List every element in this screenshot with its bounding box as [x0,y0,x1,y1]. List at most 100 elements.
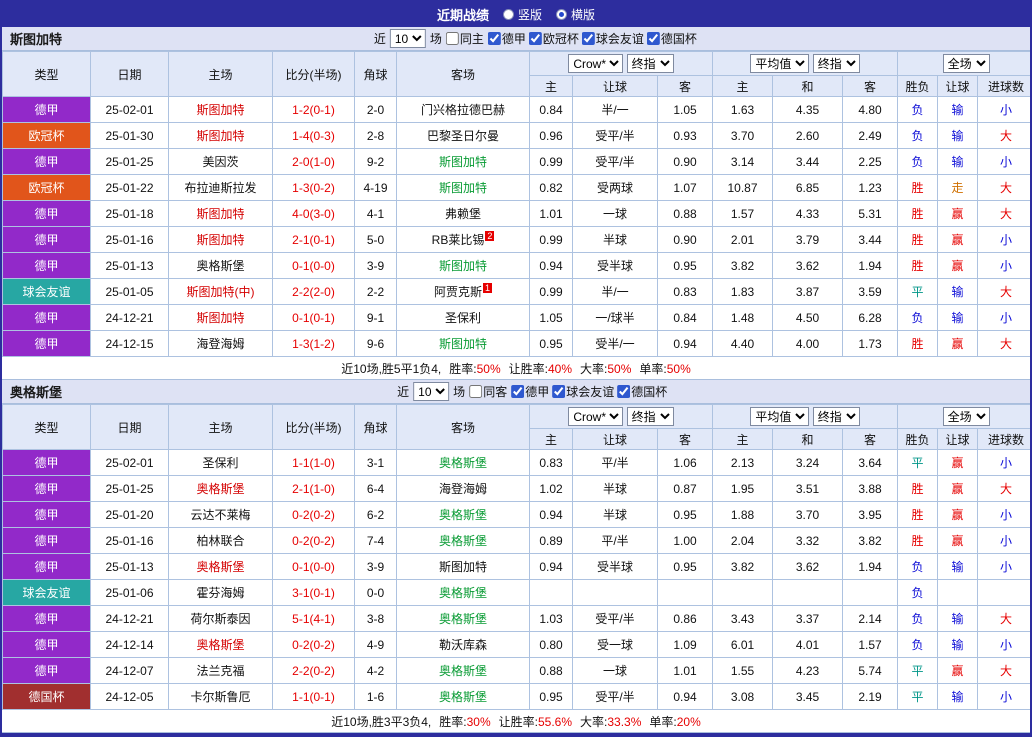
match-row: 球会友谊 25-01-06 霍芬海姆 3-1(0-1) 0-0 奥格斯堡 负 [2,579,1030,606]
avg-draw-cell: 4.35 [772,96,844,123]
away-team-cell: 勒沃库森 [396,631,530,658]
league-filter[interactable]: 球会友谊 [581,30,644,47]
league-filter[interactable]: 欧冠杯 [528,30,579,47]
league-filter[interactable]: 德甲 [511,383,549,400]
league-filter[interactable]: 德甲 [487,30,526,47]
odds-handicap-cell: 受平/半 [572,683,658,710]
same-venue-checkbox[interactable] [469,385,483,398]
date-cell: 24-12-21 [90,304,169,331]
recent-label: 近 [373,32,386,46]
col-date: 日期 [90,404,169,450]
odds-away-cell: 0.93 [656,122,714,149]
summary-stat: 让胜率:55.6% [499,713,572,730]
same-venue-filter[interactable]: 同客 [469,383,507,400]
league-filter[interactable]: 球会友谊 [552,383,614,400]
league-checkbox[interactable] [552,385,566,398]
type-cell: 球会友谊 [2,579,91,606]
avg-draw-cell: 2.60 [772,122,844,149]
avg-select[interactable]: 平均值 [750,54,810,73]
col-goals: 进球数 [977,428,1030,450]
odds-home-cell: 0.82 [529,174,573,201]
odds-handicap-cell [572,579,658,606]
match-row: 德甲 24-12-07 法兰克福 2-2(0-2) 4-2 奥格斯堡 0.88 一球 1.01 1… [2,657,1030,684]
horizontal-radio[interactable] [556,9,567,20]
league-checkbox[interactable] [487,32,501,45]
avg-draw-cell: 3.44 [772,148,844,175]
avg-stage-select[interactable]: 终指 [812,54,860,73]
same-venue-checkbox[interactable] [445,32,459,45]
col-corner: 角球 [354,51,397,97]
red-card-badge: 2 [485,231,495,241]
recent-count-select[interactable]: 10 [389,29,426,48]
league-filter[interactable]: 德国杯 [646,30,697,47]
avg-select[interactable]: 平均值 [750,407,810,426]
avg-draw-cell: 6.85 [772,174,844,201]
goals-result-cell: 大 [977,605,1030,632]
goals-result-cell: 小 [977,683,1030,710]
results-table: 类型 日期 主场 比分(半场) 角球 客场 Crow* 终指 平均值 终指 全场… [2,404,1030,710]
league-checkbox[interactable] [646,32,660,45]
league-checkbox[interactable] [511,385,525,398]
date-cell: 25-01-30 [90,122,169,149]
match-row: 德甲 25-01-18 斯图加特 4-0(3-0) 4-1 弗赖堡 1.01 一球 0.88 1.… [2,200,1030,227]
avg-away-cell: 6.28 [842,304,899,331]
avg-away-cell: 3.64 [842,449,899,476]
league-filter[interactable]: 德国杯 [617,383,667,400]
summary-stat-value: 50% [476,361,501,376]
scope-select[interactable]: 全场 [942,407,990,426]
match-result-cell: 负 [897,304,939,331]
handicap-result-cell: 赢 [937,501,979,528]
match-row: 德甲 25-01-25 美因茨 2-0(1-0) 9-2 斯图加特 0.99 受平/半 0.90… [2,148,1030,175]
col-corner: 角球 [354,404,397,450]
summary-record: 近10场,胜3平3负4, [331,714,432,729]
corner-cell: 2-0 [354,96,397,123]
avg-draw-cell [772,579,844,606]
odds-stage-select[interactable]: 终指 [626,54,674,73]
date-cell: 25-01-25 [90,475,169,502]
avg-stage-select[interactable]: 终指 [812,407,860,426]
odds-handicap-cell: 半/一 [572,96,658,123]
league-checkbox[interactable] [528,32,542,45]
goals-result-cell: 小 [977,96,1030,123]
odds-stage-select[interactable]: 终指 [626,407,674,426]
odds-source-select[interactable]: Crow* [568,407,624,426]
avg-away-cell: 2.19 [842,683,899,710]
odds-away-cell: 1.05 [656,96,714,123]
league-checkbox[interactable] [617,385,631,398]
results-body: 德甲 25-02-01 斯图加特 1-2(0-1) 2-0 门兴格拉德巴赫 0.84 半/一 1… [2,96,1030,357]
col-odds-home: 主 [529,428,573,450]
match-row: 德甲 25-01-16 斯图加特 2-1(0-1) 5-0 RB莱比锡 2 0.99 半球 0.9… [2,226,1030,253]
corner-cell: 3-9 [354,553,397,580]
vertical-radio-label: 竖版 [517,8,542,22]
match-result-cell: 平 [897,683,939,710]
date-cell: 25-02-01 [90,449,169,476]
score-cell: 4-0(3-0) [272,200,355,227]
col-odds-handicap: 让球 [572,75,658,97]
away-team-cell: 奥格斯堡 [396,579,530,606]
league-checkbox[interactable] [581,32,595,45]
results-table: 类型 日期 主场 比分(半场) 角球 客场 Crow* 终指 平均值 终指 全场… [2,51,1030,357]
match-result-cell: 负 [897,553,939,580]
col-away: 客场 [396,404,530,450]
odds-home-cell: 0.89 [529,527,573,554]
bottom-bar [2,733,1030,735]
layout-option-horizontal[interactable]: 横版 [556,6,595,23]
avg-away-cell: 1.94 [842,252,899,279]
date-cell: 24-12-15 [90,330,169,357]
scope-select[interactable]: 全场 [942,54,990,73]
away-team-cell: 巴黎圣日尔曼 [396,122,530,149]
home-team-cell: 霍芬海姆 [168,579,273,606]
handicap-result-cell: 赢 [937,657,979,684]
home-team-cell: 柏林联合 [168,527,273,554]
odds-source-select[interactable]: Crow* [568,54,624,73]
same-venue-filter[interactable]: 同主 [445,30,484,47]
avg-away-cell: 2.49 [842,122,899,149]
odds-away-cell: 1.06 [656,449,714,476]
match-result-cell: 负 [897,579,939,606]
summary-stat-label: 大率: [580,361,608,376]
col-avg-away: 客 [842,428,899,450]
layout-option-vertical[interactable]: 竖版 [502,6,542,23]
recent-count-select[interactable]: 10 [413,382,450,401]
type-cell: 欧冠杯 [2,174,91,201]
vertical-radio[interactable] [502,9,514,20]
